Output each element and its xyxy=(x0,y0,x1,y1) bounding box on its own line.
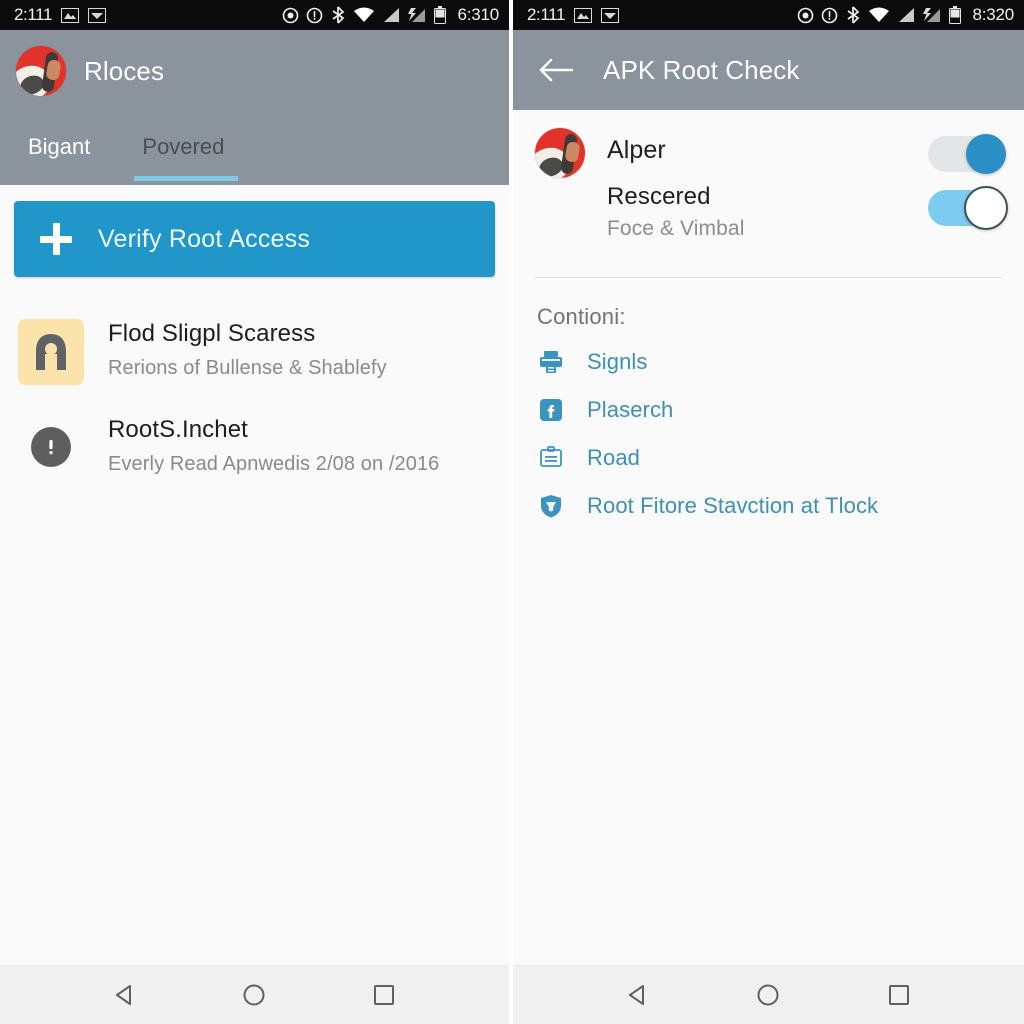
page-title: Rloces xyxy=(84,55,165,86)
image-icon xyxy=(61,7,80,23)
status-clock-right: 8:320 xyxy=(972,5,1014,24)
tab-label: Bigant xyxy=(28,134,91,159)
status-bar-left-group: 2:111 xyxy=(14,5,107,25)
alert-circle-icon xyxy=(31,427,71,467)
section-label: Contioni: xyxy=(537,304,626,329)
link-label: Signls xyxy=(587,349,648,374)
wifi-icon xyxy=(353,7,375,23)
dual-phone-screenshot: 2:111 6:310 Rloces Bigant Povered Verify… xyxy=(0,0,1024,1024)
profile-caption: Foce & Vimbal xyxy=(607,217,745,240)
clipboard-icon xyxy=(537,444,565,472)
back-triangle-icon[interactable] xyxy=(108,978,142,1012)
right-navigation-bar xyxy=(513,965,1024,1024)
list-item[interactable]: Flod Sligpl Scaress Rerions of Bullense … xyxy=(0,303,509,399)
list-item-subtitle: Everly Read Apnwedis 2/08 on /2016 xyxy=(108,453,440,475)
left-content: Verify Root Access Flod Sligpl Scaress R… xyxy=(0,185,509,965)
image-icon xyxy=(601,7,620,23)
recents-square-icon[interactable] xyxy=(367,978,401,1012)
avatar-shape xyxy=(45,59,62,81)
right-app-bar: APK Root Check xyxy=(513,30,1024,110)
list-item-subtitle: Rerions of Bullense & Shablefy xyxy=(108,357,387,379)
left-app-bar: Rloces Bigant Povered xyxy=(0,30,509,185)
verify-root-access-label: Verify Root Access xyxy=(98,224,311,253)
wifi-icon xyxy=(868,7,890,23)
alert-circle-icon xyxy=(306,7,323,24)
toggle-thumb xyxy=(966,134,1006,174)
tab-povered[interactable]: Povered xyxy=(134,125,239,185)
toggle-switch-two[interactable] xyxy=(928,186,1008,230)
status-bar-right-group: 8:320 xyxy=(797,5,1014,25)
verify-root-access-button[interactable]: Verify Root Access xyxy=(14,201,495,277)
left-phone-panel: 2:111 6:310 Rloces Bigant Povered Verify… xyxy=(0,0,509,1024)
link-row-plaserch[interactable]: Plaserch xyxy=(537,386,1024,434)
tab-bar: Bigant Povered xyxy=(0,125,509,185)
status-clock-left: 2:111 xyxy=(14,5,53,24)
link-label: Root Fitore Stavction at Tlock xyxy=(587,493,879,518)
toggle-switch-one[interactable] xyxy=(928,134,1006,174)
list-item-title: RootS.Inchet xyxy=(108,416,248,443)
tab-bigant[interactable]: Bigant xyxy=(20,125,104,185)
list-item[interactable]: RootS.Inchet Everly Read Apnwedis 2/08 o… xyxy=(0,399,509,495)
link-row-signls[interactable]: Signls xyxy=(537,338,1024,386)
alert-circle-icon xyxy=(821,7,838,24)
list-item-text: Flod Sligpl Scaress Rerions of Bullense … xyxy=(108,317,387,381)
battery-icon xyxy=(434,6,447,24)
image-icon xyxy=(574,7,593,23)
avatar[interactable] xyxy=(16,46,66,96)
signal-icon xyxy=(897,7,915,23)
right-phone-panel: 2:111 8:320 APK Root Check Alper Rescere… xyxy=(513,0,1024,1024)
avatar[interactable] xyxy=(535,128,585,178)
profile-section: Alper Rescered Foce & Vimbal xyxy=(513,110,1024,253)
link-row-root-protection[interactable]: Root Fitore Stavction at Tlock xyxy=(537,482,1024,530)
page-title: APK Root Check xyxy=(603,54,800,85)
plus-icon xyxy=(40,223,72,255)
links-list: Signls Plaserch Road Root Fitore Stavcti… xyxy=(513,334,1024,530)
app-bar-row: Rloces xyxy=(0,30,509,96)
right-status-bar: 2:111 8:320 xyxy=(513,0,1024,30)
bluetooth-icon xyxy=(845,6,861,24)
signal-alt-icon xyxy=(407,7,427,23)
signal-alt-icon xyxy=(922,7,942,23)
status-bar-right-group: 6:310 xyxy=(282,5,499,25)
left-status-bar: 2:111 6:310 xyxy=(0,0,509,30)
facebook-icon xyxy=(537,396,565,424)
profile-subtitle: Rescered xyxy=(607,183,711,210)
shield-icon xyxy=(537,492,565,520)
left-list: Flod Sligpl Scaress Rerions of Bullense … xyxy=(0,303,509,495)
list-item-title: Flod Sligpl Scaress xyxy=(108,320,316,347)
tab-label: Povered xyxy=(142,134,225,159)
list-item-text: RootS.Inchet Everly Read Apnwedis 2/08 o… xyxy=(108,413,439,477)
avatar-shape xyxy=(564,141,581,163)
battery-icon xyxy=(949,6,962,24)
recents-square-icon[interactable] xyxy=(882,978,916,1012)
profile-name: Alper xyxy=(607,136,666,164)
link-row-road[interactable]: Road xyxy=(537,434,1024,482)
status-bar-left-group: 2:111 xyxy=(527,5,620,25)
status-clock-right: 6:310 xyxy=(457,5,499,24)
toggle-thumb xyxy=(964,186,1008,230)
home-circle-icon[interactable] xyxy=(751,978,785,1012)
printer-icon xyxy=(537,348,565,376)
link-label: Road xyxy=(587,445,640,470)
arch-app-icon xyxy=(18,319,84,385)
profile-texts: Alper Rescered Foce & Vimbal xyxy=(607,128,744,241)
back-arrow-icon[interactable] xyxy=(539,57,574,83)
back-triangle-icon[interactable] xyxy=(621,978,655,1012)
image-icon xyxy=(88,7,107,23)
right-content: Alper Rescered Foce & Vimbal Contioni: S… xyxy=(513,110,1024,965)
left-navigation-bar xyxy=(0,965,509,1024)
status-clock-left: 2:111 xyxy=(527,5,566,24)
signal-icon xyxy=(382,7,400,23)
home-circle-icon[interactable] xyxy=(237,978,271,1012)
link-label: Plaserch xyxy=(587,397,674,422)
bluetooth-icon xyxy=(330,6,346,24)
location-icon xyxy=(797,7,814,24)
location-icon xyxy=(282,7,299,24)
